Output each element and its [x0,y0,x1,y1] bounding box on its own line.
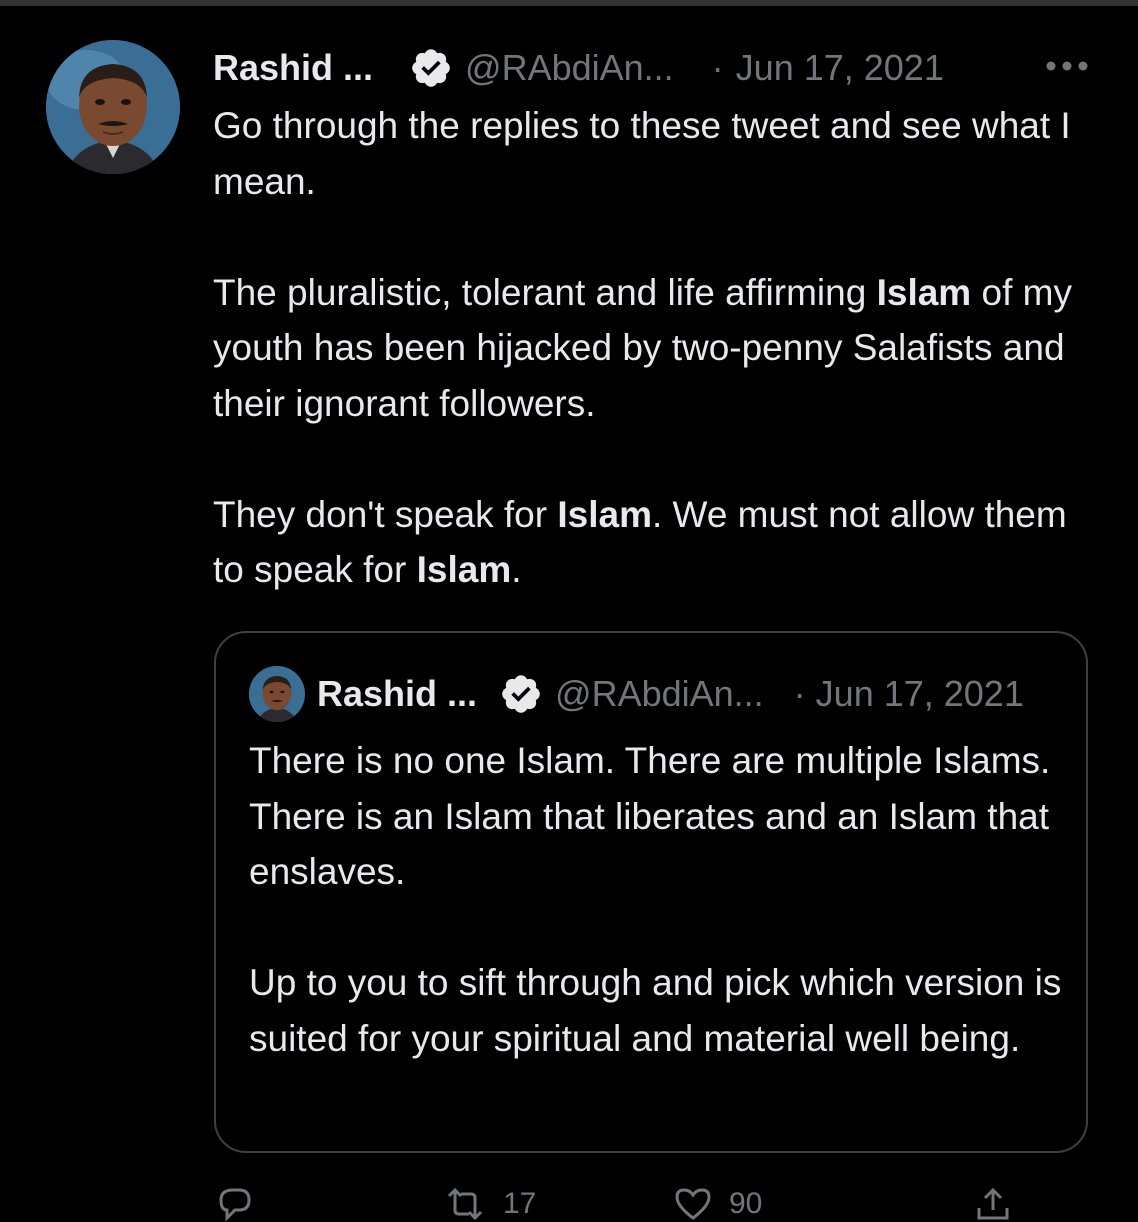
bold-text-segment: Islam [876,271,972,313]
tweet-paragraph: The pluralistic, tolerant and life affir… [213,265,1093,432]
tweet-paragraph: They don't speak for Islam. We must not … [213,487,1093,598]
text-segment: Go through the replies to these tweet an… [213,105,1071,202]
retweet-button[interactable]: 17 [443,1186,673,1222]
text-segment: . [511,549,522,590]
quoted-author-name[interactable]: Rashid ... [317,673,477,715]
share-button[interactable] [973,1186,1013,1222]
quoted-tweet[interactable]: Rashid ... @RAbdiAn... · Jun 17, 2021 Th… [214,631,1088,1153]
verified-badge-icon [499,672,543,716]
bold-text-segment: Islam [416,549,512,590]
verified-badge-icon [409,46,453,90]
more-options-button[interactable] [1040,48,1094,88]
quoted-tweet-date[interactable]: Jun 17, 2021 [816,673,1024,715]
tweet[interactable]: Rashid ... @RAbdiAn... · Jun 17, 2021 Go… [0,0,1138,1222]
text-segment: The pluralistic, tolerant and life affir… [213,271,877,313]
quoted-paragraph: Up to you to sift through and pick which… [249,962,1062,1059]
heart-icon [673,1186,713,1222]
retweet-count: 17 [503,1187,537,1220]
author-name[interactable]: Rashid ... [213,47,373,89]
tweet-header: Rashid ... @RAbdiAn... · Jun 17, 2021 [213,40,1103,96]
quoted-avatar[interactable] [249,666,305,722]
quoted-tweet-header: Rashid ... @RAbdiAn... · Jun 17, 2021 [249,665,1069,723]
share-icon [973,1186,1013,1222]
like-count: 90 [729,1187,763,1220]
tweet-text: Go through the replies to these tweet an… [213,98,1093,598]
quoted-author-handle[interactable]: @RAbdiAn... [555,673,764,715]
quoted-tweet-text: There is no one Islam. There are multipl… [249,733,1069,1066]
bold-text-segment: Islam [557,493,652,535]
text-segment: They don't speak for [213,493,558,535]
ellipsis-horizontal-icon [1045,59,1089,77]
reply-icon [213,1186,253,1222]
retweet-icon [443,1186,487,1222]
tweet-paragraph: Go through the replies to these tweet an… [213,98,1093,209]
avatar[interactable] [46,40,180,174]
header-separator: · [711,47,724,88]
tweet-date[interactable]: Jun 17, 2021 [736,47,944,89]
author-handle[interactable]: @RAbdiAn... [465,47,674,89]
quoted-paragraph: There is no one Islam. There are multipl… [249,740,1051,892]
quoted-header-separator: · [793,673,806,714]
action-bar: 17 90 [213,1186,1093,1222]
reply-button[interactable] [213,1186,443,1222]
like-button[interactable]: 90 [673,1186,973,1222]
